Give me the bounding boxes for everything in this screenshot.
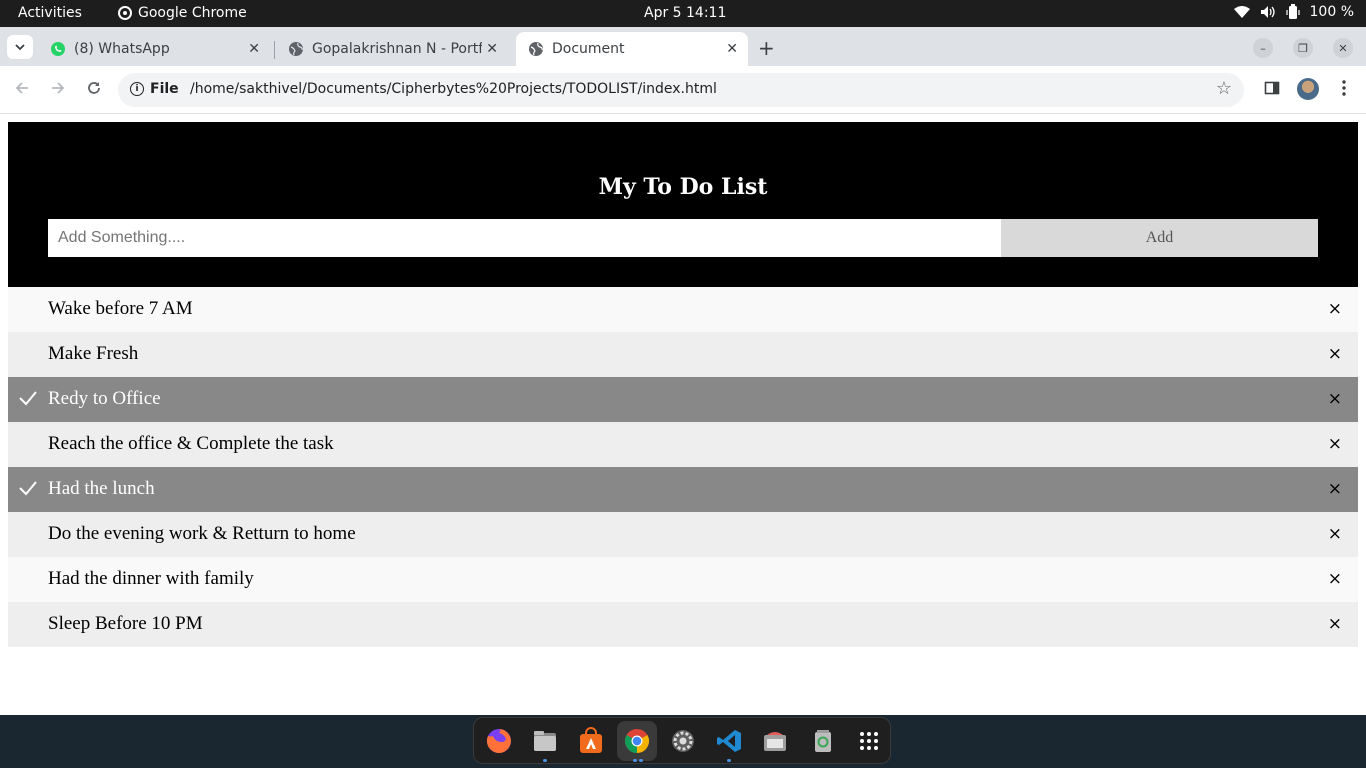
todo-item[interactable]: Had the lunch × [8, 467, 1358, 512]
todo-item-text: Make Fresh [48, 343, 139, 364]
todo-item-text: Sleep Before 10 PM [48, 613, 203, 634]
close-tab-icon[interactable]: ✕ [726, 41, 738, 57]
activities-button[interactable]: Activities [18, 5, 82, 21]
tab-document[interactable]: Document ✕ [516, 32, 748, 66]
software-center-icon[interactable] [575, 725, 607, 757]
page-content: My To Do List Add Wake before 7 AM×Make … [8, 122, 1358, 647]
globe-icon [528, 41, 544, 57]
tab-strip: (8) WhatsApp ✕ Gopalakrishnan N - Portf … [0, 27, 1366, 66]
settings-icon[interactable] [667, 725, 699, 757]
volume-icon [1260, 6, 1275, 18]
chrome-menu-button[interactable] [1342, 80, 1346, 100]
todo-item[interactable]: Make Fresh × [8, 332, 1358, 377]
dock [473, 717, 891, 764]
todo-item[interactable]: Redy to Office × [8, 377, 1358, 422]
browser-toolbar: i File /home/sakthivel/Documents/Cipherb… [0, 66, 1366, 114]
task-input[interactable] [48, 219, 1001, 257]
app-menu[interactable]: Google Chrome [118, 5, 247, 21]
back-button[interactable] [14, 80, 30, 101]
todo-item-text: Wake before 7 AM [48, 298, 193, 319]
todo-item[interactable]: Sleep Before 10 PM × [8, 602, 1358, 647]
vscode-icon[interactable] [713, 725, 745, 757]
close-window-button[interactable]: ✕ [1333, 38, 1353, 58]
info-icon: i [130, 82, 144, 96]
delete-item-icon[interactable]: × [1328, 344, 1342, 364]
side-panel-icon [1264, 81, 1280, 95]
tab-search-button[interactable] [7, 35, 33, 59]
side-panel-button[interactable] [1264, 80, 1280, 100]
running-indicator [727, 759, 731, 762]
close-tab-icon[interactable]: ✕ [248, 41, 260, 57]
reload-icon [88, 82, 100, 94]
delete-item-icon[interactable]: × [1328, 299, 1342, 319]
battery-percent: 100 % [1309, 4, 1354, 20]
status-menu[interactable]: 100 % [1233, 4, 1354, 20]
chrome-icon[interactable] [617, 721, 657, 761]
todo-item-text: Had the dinner with family [48, 568, 254, 589]
tab-divider [274, 41, 275, 59]
bookmark-star-icon[interactable]: ☆ [1216, 78, 1232, 99]
running-indicator [633, 759, 637, 762]
arrow-left-icon [15, 82, 28, 94]
wifi-icon [1233, 6, 1250, 18]
page-title: My To Do List [598, 174, 768, 200]
delete-item-icon[interactable]: × [1328, 479, 1342, 499]
delete-item-icon[interactable]: × [1328, 389, 1342, 409]
more-vert-icon [1342, 80, 1346, 96]
add-button[interactable]: Add [1001, 219, 1318, 257]
chevron-down-icon [15, 43, 25, 50]
minimize-button[interactable]: – [1253, 38, 1273, 58]
system-top-bar: Activities Google Chrome Apr 5 14:11 100… [0, 0, 1366, 27]
chrome-app-icon [118, 6, 132, 20]
delete-item-icon[interactable]: × [1328, 434, 1342, 454]
app-grid-icon[interactable] [853, 725, 885, 757]
todo-item[interactable]: Reach the office & Complete the task × [8, 422, 1358, 467]
profile-avatar[interactable] [1297, 78, 1319, 100]
new-tab-button[interactable]: + [758, 36, 775, 60]
tab-title: Gopalakrishnan N - Portf [312, 41, 482, 57]
running-indicator [543, 759, 547, 762]
todo-list: Wake before 7 AM × Make Fresh × Redy to Offi… [8, 287, 1358, 647]
reload-button[interactable] [86, 80, 102, 101]
forward-button[interactable] [50, 80, 66, 101]
whatsapp-icon [50, 41, 66, 57]
files-icon[interactable] [529, 725, 561, 757]
globe-icon [288, 41, 304, 57]
add-task-row: Add [48, 219, 1318, 257]
delete-item-icon[interactable]: × [1328, 569, 1342, 589]
todo-item[interactable]: Do the evening work & Retturn to home × [8, 512, 1358, 557]
clock[interactable]: Apr 5 14:11 [644, 5, 726, 21]
todo-item-text: Reach the office & Complete the task [48, 433, 334, 454]
battery-icon [1285, 4, 1300, 19]
checkmark-icon [19, 391, 37, 406]
trash-icon[interactable] [807, 725, 839, 757]
delete-item-icon[interactable]: × [1328, 614, 1342, 634]
tab-whatsapp[interactable]: (8) WhatsApp ✕ [38, 32, 270, 66]
todo-item-text: Had the lunch [48, 478, 155, 499]
checkmark-icon [19, 481, 37, 496]
running-indicator [639, 759, 643, 762]
close-tab-icon[interactable]: ✕ [486, 41, 498, 57]
scheme-label: File [150, 81, 179, 97]
firefox-icon[interactable] [483, 725, 515, 757]
todo-item-text: Do the evening work & Retturn to home [48, 523, 356, 544]
restore-button[interactable]: ❐ [1293, 38, 1313, 58]
tab-portfolio[interactable]: Gopalakrishnan N - Portf ✕ [276, 32, 508, 66]
arrow-right-icon [52, 82, 65, 94]
tab-title: Document [552, 41, 625, 57]
todo-item-text: Redy to Office [48, 388, 161, 409]
address-bar[interactable]: i File /home/sakthivel/Documents/Cipherb… [118, 73, 1244, 107]
todo-item[interactable]: Wake before 7 AM × [8, 287, 1358, 332]
delete-item-icon[interactable]: × [1328, 524, 1342, 544]
todo-item[interactable]: Had the dinner with family × [8, 557, 1358, 602]
todo-header: My To Do List Add [8, 122, 1358, 287]
screenshot-icon[interactable] [759, 725, 791, 757]
tab-title: (8) WhatsApp [74, 41, 170, 57]
site-info-chip[interactable]: i File [130, 81, 179, 97]
url-text[interactable]: /home/sakthivel/Documents/Cipherbytes%20… [190, 81, 717, 97]
app-menu-label: Google Chrome [138, 5, 247, 21]
